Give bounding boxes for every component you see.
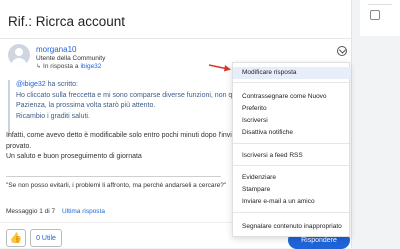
- reply-arrow-icon: ↳: [36, 64, 42, 70]
- thumbs-up-icon: 👍: [9, 232, 23, 244]
- quote-mention-suffix: ha scritto:: [45, 81, 78, 88]
- chevron-down-icon: [338, 46, 346, 54]
- body-line: Un saluto e buon proseguimento di giorna…: [6, 153, 142, 160]
- latest-reply-link[interactable]: Ultima risposta: [62, 208, 105, 215]
- reply-prefix: In risposta a: [43, 63, 79, 70]
- body-line: provato.: [6, 142, 32, 150]
- body-line: Infatti, come avevo detto è modificabile…: [6, 132, 256, 139]
- author-username[interactable]: morgana10: [36, 45, 76, 54]
- like-button[interactable]: 👍: [6, 229, 26, 247]
- menu-item-edit-reply[interactable]: Modificare risposta: [233, 67, 351, 79]
- author-role: Utente della Community: [36, 55, 106, 62]
- menu-item-rss[interactable]: Iscriversi a feed RSS: [233, 150, 351, 162]
- avatar-body: [11, 58, 27, 66]
- reply-to-user-link[interactable]: ibige32: [80, 63, 101, 70]
- menu-item-email-friend[interactable]: Inviare e-mail a un amico: [233, 196, 351, 208]
- page-title: Rif.: Ricrca account: [8, 14, 126, 29]
- divider: [368, 4, 392, 5]
- red-arrow-annotation-icon: [208, 64, 231, 72]
- options-dropdown-menu: Modificare risposta Contrassegnare come …: [232, 62, 351, 237]
- checkbox-icon[interactable]: [370, 10, 380, 20]
- avatar[interactable]: [8, 44, 30, 66]
- menu-item-report[interactable]: Segnalare contenuto inappropriato: [233, 221, 351, 233]
- menu-item-subscribe[interactable]: Iscriversi: [233, 115, 351, 127]
- divider: [0, 38, 352, 39]
- menu-item-favorite[interactable]: Preferito: [233, 103, 351, 115]
- menu-divider: [233, 212, 351, 213]
- menu-divider: [233, 165, 351, 166]
- avatar-head: [15, 48, 23, 56]
- sidebar-panel: [360, 0, 400, 36]
- menu-divider: [233, 82, 351, 83]
- reply-to-info: ↳ In risposta a ibige32: [36, 63, 101, 70]
- signature: "Se non posso evitarli, i problemi li af…: [6, 182, 227, 189]
- signature-divider: [6, 176, 221, 177]
- kudos-count-button[interactable]: 0 Utile: [30, 229, 62, 247]
- menu-item-mark-new[interactable]: Contrassegnare come Nuovo: [233, 91, 351, 103]
- menu-item-highlight[interactable]: Evidenziare: [233, 172, 351, 184]
- menu-divider: [233, 143, 351, 144]
- quote-mention-link[interactable]: @ibige32: [16, 81, 46, 88]
- options-menu-button[interactable]: [337, 46, 347, 56]
- menu-item-print[interactable]: Stampare: [233, 184, 351, 196]
- message-body: Infatti, come avevo detto è modificabile…: [6, 131, 256, 163]
- message-count: Messaggio 1 di 7: [6, 208, 56, 215]
- menu-item-mute-notifications[interactable]: Disattiva notifiche: [233, 127, 351, 139]
